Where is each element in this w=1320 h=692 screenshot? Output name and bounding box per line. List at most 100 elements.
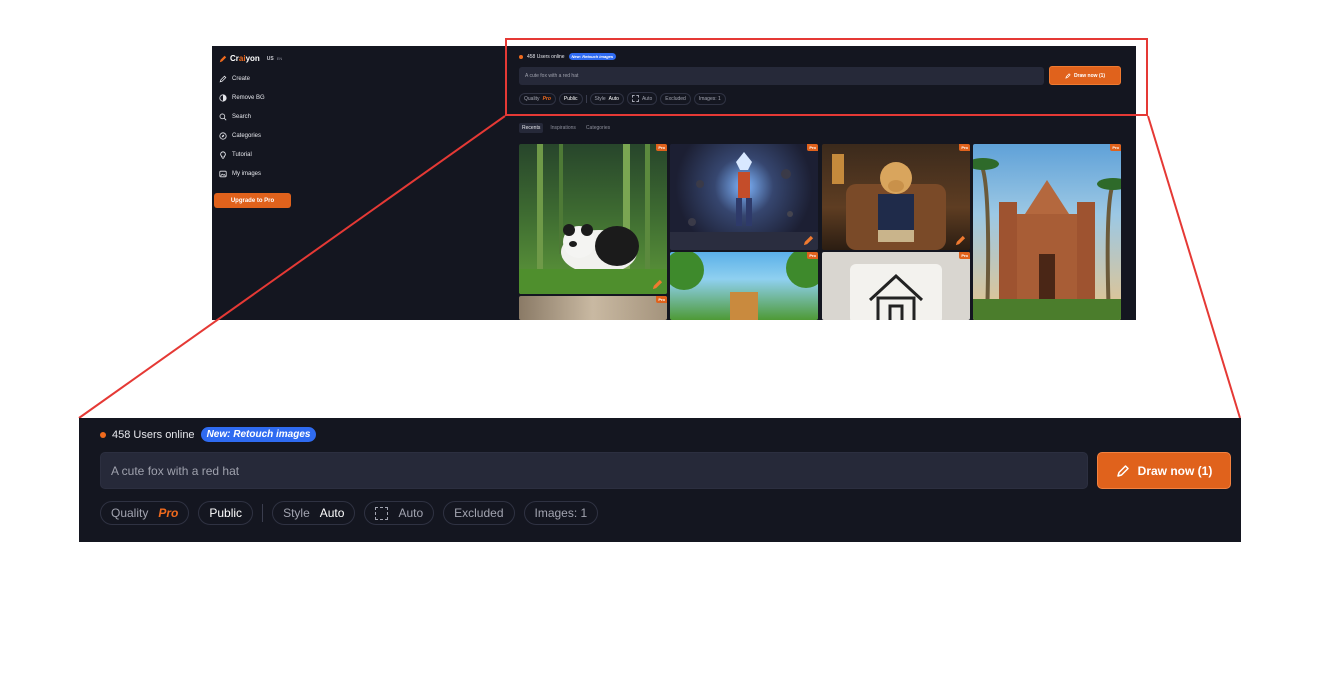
prompt-input[interactable]: A cute fox with a red hat: [100, 452, 1088, 489]
divider: [262, 504, 264, 522]
style-value: Auto: [319, 506, 345, 520]
images-count-option[interactable]: Images: 1: [523, 501, 599, 525]
gallery-image-house-icon[interactable]: Pro: [822, 252, 970, 320]
images-count-label: Images: 1: [698, 95, 721, 102]
quality-option[interactable]: Quality Pro: [100, 501, 190, 525]
tab-recents[interactable]: Recents: [519, 123, 544, 133]
images-count-option[interactable]: Images: 1: [693, 92, 726, 105]
style-label: Style: [283, 506, 310, 520]
pro-tag: Pro: [807, 252, 818, 259]
app-screenshot: Craiyon US EN Create Remove BG Search Ca…: [212, 46, 1136, 320]
quality-option[interactable]: Quality Pro: [519, 92, 556, 105]
gallery-image-room[interactable]: Pro: [519, 296, 667, 320]
aspect-ratio-icon: [375, 506, 389, 520]
draw-now-button[interactable]: Draw now (1): [1097, 452, 1231, 489]
half-circle-icon: [219, 94, 227, 102]
panda-illustration: [519, 144, 667, 294]
pro-tag: Pro: [656, 144, 667, 151]
visibility-option[interactable]: Public: [558, 92, 583, 105]
sidebar-item-search[interactable]: Search: [219, 113, 251, 121]
sidebar-item-remove-bg[interactable]: Remove BG: [219, 94, 265, 102]
house-illustration: [850, 264, 942, 320]
online-dot: [519, 54, 523, 59]
sidebar-item-label: Search: [232, 114, 252, 120]
edit-pencil-icon[interactable]: [803, 235, 814, 246]
aspect-ratio-option[interactable]: Auto: [626, 92, 658, 105]
gallery-image-church[interactable]: Pro: [973, 144, 1121, 320]
visibility-value: Public: [563, 95, 578, 102]
sidebar-item-create[interactable]: Create: [219, 75, 250, 83]
country-code[interactable]: US: [267, 56, 274, 62]
sidebar: Craiyon US EN Create Remove BG Search Ca…: [212, 46, 298, 320]
pro-tag: Pro: [959, 252, 970, 259]
callout-line-right: [1147, 115, 1241, 419]
upgrade-button[interactable]: Upgrade to Pro: [214, 193, 291, 208]
bulb-icon: [220, 151, 226, 159]
pencil-icon: [1116, 464, 1129, 477]
aspect-ratio-value: Auto: [641, 95, 653, 102]
sidebar-item-label: Tutorial: [232, 152, 252, 158]
visibility-value: Public: [209, 506, 243, 520]
images-count-label: Images: 1: [534, 506, 588, 520]
sidebar-item-tutorial[interactable]: Tutorial: [219, 151, 252, 159]
excluded-label: Excluded: [454, 506, 504, 520]
excluded-option[interactable]: Excluded: [660, 92, 691, 105]
style-label: Style: [594, 95, 606, 102]
online-count: 458 Users online: [527, 53, 565, 60]
draw-now-label: Draw now (1): [1137, 463, 1213, 478]
style-option[interactable]: Style Auto: [589, 92, 624, 105]
online-count: 458 Users online: [112, 428, 195, 441]
style-option[interactable]: Style Auto: [272, 501, 356, 525]
divider: [585, 94, 587, 103]
sidebar-item-label: Categories: [232, 133, 262, 139]
online-status: 458 Users online New: Retouch images: [519, 53, 617, 60]
new-feature-badge[interactable]: New: Retouch images: [200, 427, 317, 442]
draw-now-label: Draw now (1): [1073, 72, 1106, 79]
gallery-image-dog[interactable]: Pro: [822, 144, 970, 250]
pro-tag: Pro: [1110, 144, 1121, 151]
aspect-ratio-value: Auto: [398, 506, 424, 520]
aspect-ratio-option[interactable]: Auto: [364, 501, 435, 525]
visibility-option[interactable]: Public: [198, 501, 254, 525]
prompt-input[interactable]: A cute fox with a red hat: [519, 67, 1044, 85]
aspect-ratio-icon: [631, 95, 639, 102]
search-icon: [219, 113, 227, 121]
excluded-option[interactable]: Excluded: [443, 501, 515, 525]
tab-inspirations[interactable]: Inspirations: [547, 123, 579, 133]
stage: Craiyon US EN Create Remove BG Search Ca…: [0, 0, 1320, 692]
quality-label: Quality: [111, 506, 149, 520]
warrior-illustration: [670, 152, 818, 250]
draw-now-button[interactable]: Draw now (1): [1049, 66, 1121, 85]
brand-name: Craiyon: [230, 54, 260, 63]
pro-tag: Pro: [807, 144, 818, 151]
new-feature-badge[interactable]: New: Retouch images: [568, 53, 617, 60]
gallery-image-forest[interactable]: Pro: [670, 252, 818, 320]
online-status: 458 Users online New: Retouch images: [100, 427, 317, 442]
edit-pencil-icon[interactable]: [955, 235, 966, 246]
sidebar-item-label: My images: [232, 171, 262, 177]
pro-tag: Pro: [656, 296, 667, 303]
gallery-tabs: Recents Inspirations Categories: [519, 123, 613, 133]
language-code[interactable]: EN: [277, 56, 283, 61]
zoomed-controls-panel: 458 Users online New: Retouch images A c…: [79, 418, 1241, 542]
sidebar-item-categories[interactable]: Categories: [219, 132, 261, 140]
sidebar-item-my-images[interactable]: My images: [219, 170, 261, 178]
pro-tag: Pro: [959, 144, 970, 151]
options-bar: Quality Pro Public Style Auto Auto Exclu…: [100, 501, 599, 525]
sidebar-item-label: Remove BG: [232, 95, 265, 101]
edit-pencil-icon[interactable]: [652, 279, 663, 290]
quality-label: Quality: [524, 95, 540, 102]
tab-categories[interactable]: Categories: [583, 123, 613, 133]
church-illustration: [973, 158, 1121, 320]
options-bar: Quality Pro Public Style Auto Auto Exclude…: [519, 92, 726, 105]
pencil-icon: [219, 75, 227, 83]
brand-logo[interactable]: Craiyon US EN: [219, 54, 282, 63]
online-dot: [100, 431, 106, 438]
excluded-label: Excluded: [665, 95, 686, 102]
gallery-image-warrior[interactable]: Pro: [670, 144, 818, 250]
pencil-icon: [219, 55, 227, 62]
pencil-icon: [1065, 72, 1071, 79]
prompt-placeholder: A cute fox with a red hat: [111, 463, 240, 478]
sidebar-item-label: Create: [232, 76, 251, 82]
gallery-image-panda[interactable]: Pro: [519, 144, 667, 294]
